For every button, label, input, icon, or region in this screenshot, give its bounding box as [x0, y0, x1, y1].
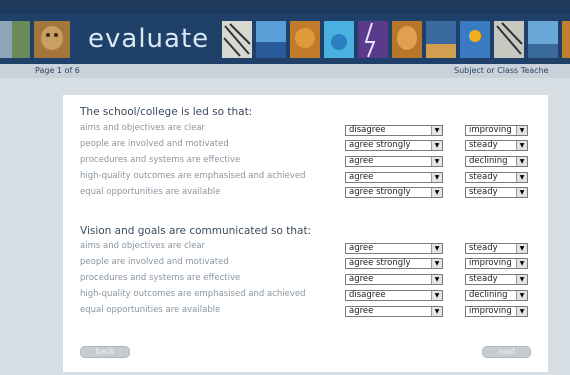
image-strip-left	[0, 21, 70, 58]
rating-value: disagree	[349, 290, 386, 300]
trend-select[interactable]: steady ▼	[465, 187, 528, 198]
section-title: Vision and goals are communicated so tha…	[80, 225, 312, 237]
trend-value: declining	[469, 290, 508, 300]
chevron-down-icon[interactable]: ▼	[516, 126, 527, 135]
rating-select[interactable]: disagree ▼	[345, 290, 443, 301]
rating-value: agree strongly	[349, 258, 411, 268]
chevron-down-icon[interactable]: ▼	[516, 157, 527, 166]
trend-value: steady	[469, 172, 498, 182]
chevron-down-icon[interactable]: ▼	[516, 291, 527, 300]
trend-value: improving	[469, 306, 512, 316]
rating-select[interactable]: agree ▼	[345, 243, 443, 254]
trend-select[interactable]: steady ▼	[465, 172, 528, 183]
top-bar	[0, 0, 570, 14]
header-banner: evaluate	[0, 14, 570, 64]
rating-select[interactable]: disagree ▼	[345, 125, 443, 136]
section-title: The school/college is led so that:	[80, 106, 253, 118]
chevron-down-icon[interactable]: ▼	[516, 141, 527, 150]
chevron-down-icon[interactable]: ▼	[516, 307, 527, 316]
chevron-down-icon[interactable]: ▼	[516, 244, 527, 253]
back-button[interactable]: back	[80, 346, 130, 358]
rating-select[interactable]: agree strongly ▼	[345, 258, 443, 269]
chevron-down-icon[interactable]: ▼	[516, 188, 527, 197]
rating-select[interactable]: agree strongly ▼	[345, 187, 443, 198]
rating-value: agree	[349, 172, 374, 182]
chevron-down-icon[interactable]: ▼	[431, 173, 442, 182]
trend-select[interactable]: improving ▼	[465, 258, 528, 269]
trend-select[interactable]: declining ▼	[465, 290, 528, 301]
page-info-bar: Page 1 of 6 Subject or Class Teache	[0, 64, 570, 78]
rating-value: disagree	[349, 125, 386, 135]
trend-select[interactable]: declining ▼	[465, 156, 528, 167]
trend-select[interactable]: steady ▼	[465, 140, 528, 151]
trend-value: steady	[469, 243, 498, 253]
statement-label: high-quality outcomes are emphasised and…	[80, 171, 306, 181]
statement-label: people are involved and motivated	[80, 139, 229, 149]
chevron-down-icon[interactable]: ▼	[431, 307, 442, 316]
trend-select[interactable]: improving ▼	[465, 306, 528, 317]
trend-value: steady	[469, 187, 498, 197]
rating-select[interactable]: agree strongly ▼	[345, 140, 443, 151]
trend-value: declining	[469, 156, 508, 166]
chevron-down-icon[interactable]: ▼	[431, 157, 442, 166]
chevron-down-icon[interactable]: ▼	[431, 244, 442, 253]
trend-value: improving	[469, 258, 512, 268]
chevron-down-icon[interactable]: ▼	[431, 141, 442, 150]
trend-select[interactable]: improving ▼	[465, 125, 528, 136]
rating-select[interactable]: agree ▼	[345, 172, 443, 183]
chevron-down-icon[interactable]: ▼	[516, 259, 527, 268]
chevron-down-icon[interactable]: ▼	[431, 291, 442, 300]
rating-value: agree	[349, 306, 374, 316]
statement-label: aims and objectives are clear	[80, 241, 206, 251]
statement-label: procedures and systems are effective	[80, 155, 241, 165]
chevron-down-icon[interactable]: ▼	[516, 275, 527, 284]
chevron-down-icon[interactable]: ▼	[431, 188, 442, 197]
role-label: Subject or Class Teache	[454, 66, 549, 75]
statement-label: procedures and systems are effective	[80, 273, 241, 283]
chevron-down-icon[interactable]: ▼	[431, 126, 442, 135]
chevron-down-icon[interactable]: ▼	[431, 259, 442, 268]
statement-label: aims and objectives are clear	[80, 123, 206, 133]
statement-label: high-quality outcomes are emphasised and…	[80, 289, 306, 299]
trend-select[interactable]: steady ▼	[465, 274, 528, 285]
trend-select[interactable]: steady ▼	[465, 243, 528, 254]
chevron-down-icon[interactable]: ▼	[516, 173, 527, 182]
trend-value: improving	[469, 125, 512, 135]
rating-select[interactable]: agree ▼	[345, 274, 443, 285]
page-indicator: Page 1 of 6	[35, 66, 80, 75]
statement-label: people are involved and motivated	[80, 257, 229, 267]
rating-value: agree	[349, 243, 374, 253]
trend-value: steady	[469, 140, 498, 150]
app-logo: evaluate	[88, 24, 210, 54]
next-button[interactable]: next	[482, 346, 531, 358]
rating-select[interactable]: agree ▼	[345, 306, 443, 317]
rating-select[interactable]: agree ▼	[345, 156, 443, 167]
rating-value: agree	[349, 274, 374, 284]
chevron-down-icon[interactable]: ▼	[431, 275, 442, 284]
statement-label: equal opportunities are available	[80, 187, 221, 197]
statement-label: equal opportunities are available	[80, 305, 221, 315]
rating-value: agree strongly	[349, 140, 411, 150]
rating-value: agree	[349, 156, 374, 166]
image-strip-right	[222, 21, 570, 58]
rating-value: agree strongly	[349, 187, 411, 197]
trend-value: steady	[469, 274, 498, 284]
